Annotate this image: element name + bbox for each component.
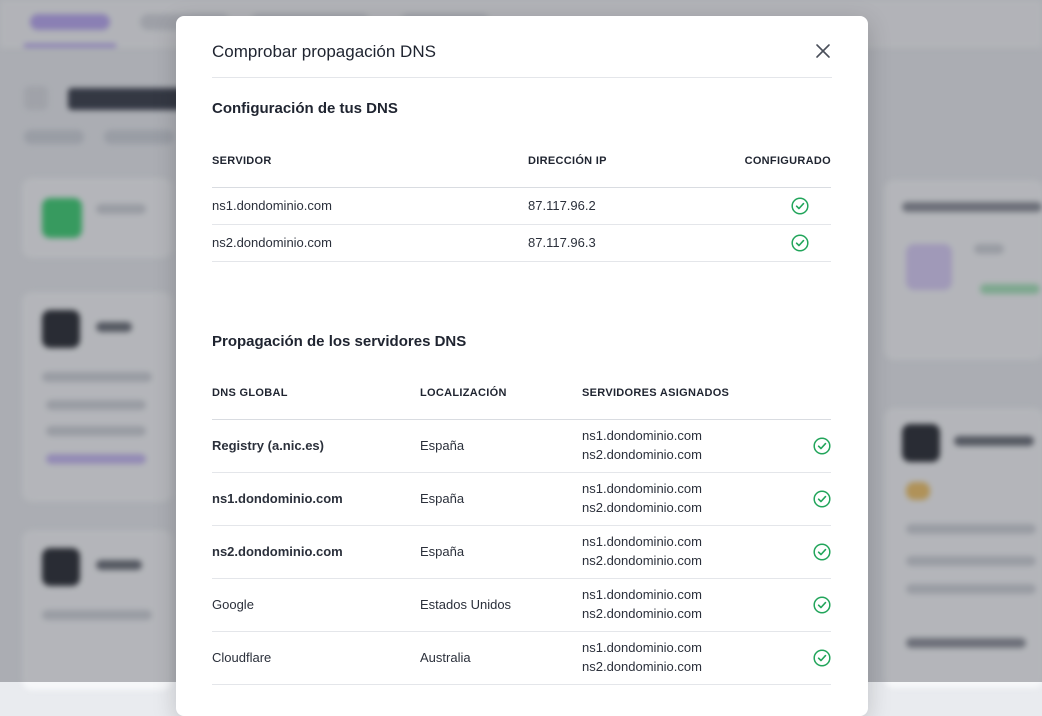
- location-cell: Australia: [420, 631, 582, 685]
- assigned-server: ns2.dondominio.com: [582, 446, 702, 462]
- assigned-server: ns2.dondominio.com: [582, 552, 702, 568]
- assigned-servers-cell: ns1.dondominio.com ns2.dondominio.com: [582, 419, 791, 473]
- status-cell: [791, 578, 831, 632]
- column-header-dns-global: DNS GLOBAL: [212, 387, 288, 400]
- column-header-configured: CONFIGURADO: [744, 154, 831, 167]
- table-row: Cloudflare Australia ns1.dondominio.com …: [212, 631, 831, 685]
- assigned-server: ns1.dondominio.com: [582, 640, 702, 655]
- modal-header: Comprobar propagación DNS: [212, 16, 832, 78]
- modal-title: Comprobar propagación DNS: [212, 42, 436, 61]
- status-cell: [791, 419, 831, 473]
- dns-global-cell: Registry (a.nic.es): [212, 419, 420, 473]
- column-header-ip: DIRECCIÓN IP: [528, 154, 607, 167]
- table-row: Registry (a.nic.es) España ns1.dondomini…: [212, 419, 831, 473]
- dns-global-cell: ns1.dondominio.com: [212, 472, 420, 526]
- column-header-location: LOCALIZACIÓN: [420, 387, 507, 400]
- assigned-servers-cell: ns1.dondominio.com ns2.dondominio.com: [582, 472, 791, 526]
- location-cell: España: [420, 472, 582, 526]
- dns-global-cell: Cloudflare: [212, 631, 420, 685]
- table-row: ns1.dondominio.com España ns1.dondominio…: [212, 472, 831, 526]
- table-row: Google Estados Unidos ns1.dondominio.com…: [212, 578, 831, 632]
- close-icon[interactable]: [814, 42, 832, 60]
- check-circle-icon: [790, 196, 809, 215]
- status-cell: [791, 631, 831, 685]
- location-cell: España: [420, 419, 582, 473]
- ip-cell: 87.117.96.2: [528, 187, 738, 225]
- server-cell: ns2.dondominio.com: [212, 224, 528, 262]
- column-header-server: SERVIDOR: [212, 154, 272, 167]
- column-header-assigned-servers: SERVIDORES ASIGNADOS: [582, 387, 730, 400]
- check-circle-icon: [813, 648, 831, 667]
- assigned-server: ns1.dondominio.com: [582, 428, 702, 443]
- assigned-server: ns1.dondominio.com: [582, 481, 702, 496]
- configured-cell: [738, 187, 831, 225]
- assigned-servers-cell: ns1.dondominio.com ns2.dondominio.com: [582, 525, 791, 579]
- assigned-server: ns1.dondominio.com: [582, 587, 702, 602]
- check-circle-icon: [813, 436, 831, 455]
- dns-global-cell: Google: [212, 578, 420, 632]
- dns-config-title: Configuración de tus DNS: [212, 100, 398, 117]
- dns-global-cell: ns2.dondominio.com: [212, 525, 420, 579]
- assigned-servers-cell: ns1.dondominio.com ns2.dondominio.com: [582, 578, 791, 632]
- table-row: ns2.dondominio.com España ns1.dondominio…: [212, 525, 831, 579]
- dns-config-table: SERVIDOR DIRECCIÓN IP CONFIGURADO ns1.do…: [212, 135, 831, 262]
- status-cell: [791, 525, 831, 579]
- table-row: ns2.dondominio.com 87.117.96.3: [212, 224, 831, 262]
- dns-propagation-modal: Comprobar propagación DNS Configuración …: [176, 16, 868, 716]
- location-cell: España: [420, 525, 582, 579]
- status-cell: [791, 472, 831, 526]
- check-circle-icon: [813, 595, 831, 614]
- server-cell: ns1.dondominio.com: [212, 187, 528, 225]
- table-row: ns1.dondominio.com 87.117.96.2: [212, 187, 831, 225]
- check-circle-icon: [813, 489, 831, 508]
- assigned-server: ns2.dondominio.com: [582, 605, 702, 621]
- configured-cell: [738, 224, 831, 262]
- ip-cell: 87.117.96.3: [528, 224, 738, 262]
- location-cell: Estados Unidos: [420, 578, 582, 632]
- assigned-servers-cell: ns1.dondominio.com ns2.dondominio.com: [582, 631, 791, 685]
- check-circle-icon: [790, 233, 809, 252]
- table-header-row: SERVIDOR DIRECCIÓN IP CONFIGURADO: [212, 135, 831, 187]
- propagation-title: Propagación de los servidores DNS: [212, 333, 467, 350]
- table-header-row: DNS GLOBAL LOCALIZACIÓN SERVIDORES ASIGN…: [212, 368, 831, 419]
- assigned-server: ns2.dondominio.com: [582, 658, 702, 674]
- assigned-server: ns2.dondominio.com: [582, 499, 702, 515]
- assigned-server: ns1.dondominio.com: [582, 534, 702, 549]
- propagation-table: DNS GLOBAL LOCALIZACIÓN SERVIDORES ASIGN…: [212, 368, 831, 685]
- check-circle-icon: [813, 542, 831, 561]
